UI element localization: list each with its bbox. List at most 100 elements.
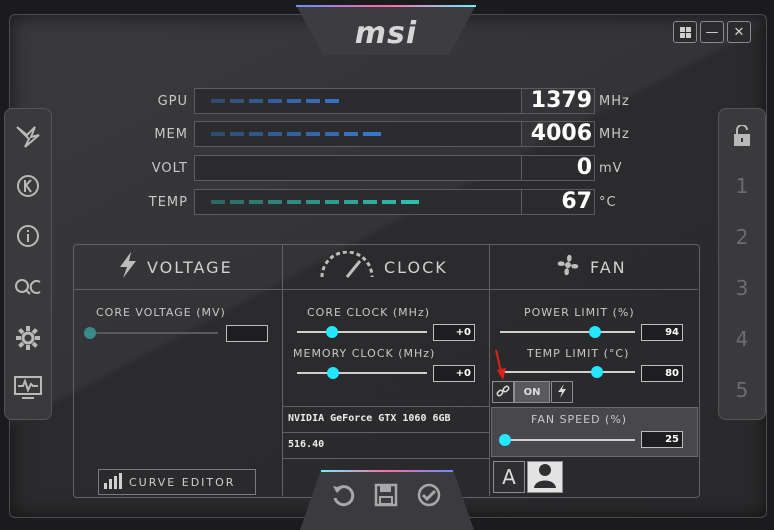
title-glow: [296, 5, 476, 7]
temp-label: TEMP: [148, 194, 188, 210]
windows-icon[interactable]: [673, 21, 697, 43]
memory-clock-value[interactable]: +0: [433, 365, 475, 382]
profile-3-button[interactable]: 3: [719, 268, 765, 308]
mem-label: MEM: [154, 126, 188, 142]
mem-value: 4006: [522, 121, 595, 147]
info-divider: [283, 432, 489, 433]
right-sidebar: 1 2 3 4 5: [718, 108, 766, 420]
temp-bar: [194, 189, 522, 215]
monitor-icon[interactable]: [5, 368, 51, 408]
profile-4-button[interactable]: 4: [719, 319, 765, 359]
level-dash: [363, 132, 381, 136]
driver-version: 516.40: [288, 439, 325, 450]
k-boost-icon[interactable]: [5, 166, 51, 206]
level-dash: [306, 99, 320, 103]
temp-unit: °C: [599, 194, 617, 210]
window-controls: — ✕: [673, 21, 751, 43]
level-dash: [363, 200, 377, 204]
mem-monitor-row: MEM 4006 MHz: [130, 121, 639, 147]
curve-editor-button[interactable]: CURVE EDITOR: [98, 469, 256, 495]
volt-unit: mV: [599, 160, 623, 176]
header-divider: [73, 289, 698, 290]
power-limit-slider-knob[interactable]: [588, 326, 601, 338]
memory-clock-label: MEMORY CLOCK (MHz): [293, 347, 436, 360]
close-button[interactable]: ✕: [727, 21, 751, 43]
clock-header: CLOCK: [318, 250, 448, 282]
info-icon[interactable]: [5, 216, 51, 256]
unlock-icon[interactable]: [719, 116, 765, 156]
link-icon: [496, 383, 510, 402]
level-dash: [249, 99, 263, 103]
core-voltage-slider-track[interactable]: [90, 332, 218, 334]
gpu-monitor-row: GPU 1379 MHz: [130, 88, 639, 114]
fan-header: FAN: [554, 252, 627, 282]
auto-fan-button[interactable]: A: [493, 461, 525, 493]
gpu-label: GPU: [157, 93, 188, 109]
core-clock-label: CORE CLOCK (MHz): [307, 306, 431, 319]
volt-bar: [194, 155, 522, 181]
mem-unit: MHz: [599, 126, 630, 142]
info-divider: [283, 458, 489, 459]
fan-speed-label: FAN SPEED (%): [531, 413, 628, 426]
level-dash: [306, 200, 320, 204]
lightning-toggle-button[interactable]: [551, 381, 573, 403]
mem-bar: [194, 121, 522, 147]
gpu-value: 1379: [522, 88, 595, 114]
level-dash: [230, 99, 244, 103]
temp-monitor-row: TEMP 67 °C: [130, 189, 639, 215]
power-limit-label: POWER LIMIT (%): [524, 306, 635, 319]
core-voltage-label: CORE VOLTAGE (MV): [96, 306, 226, 319]
temp-limit-slider-track[interactable]: [500, 371, 635, 373]
temp-limit-label: TEMP LIMIT (°C): [527, 347, 630, 360]
level-dash: [249, 200, 263, 204]
fan-speed-value[interactable]: 25: [641, 431, 683, 448]
fan-title: FAN: [590, 257, 627, 277]
profile-1-button[interactable]: 1: [719, 166, 765, 206]
fan-icon: [554, 251, 582, 283]
bar-chart-icon: [103, 472, 123, 492]
fan-speed-slider-track[interactable]: [505, 439, 635, 441]
core-voltage-slider-knob[interactable]: [84, 327, 96, 339]
level-dash: [287, 99, 301, 103]
profile-5-button[interactable]: 5: [719, 370, 765, 410]
lightning-icon: [117, 251, 139, 283]
level-dash: [325, 99, 339, 103]
volt-monitor-row: VOLT 0 mV: [130, 155, 639, 181]
save-icon[interactable]: [371, 480, 401, 510]
clock-title: CLOCK: [384, 257, 448, 277]
link-toggle-button[interactable]: [492, 381, 514, 403]
left-sidebar: [4, 108, 52, 420]
oc-scanner-icon[interactable]: [5, 267, 51, 307]
memory-clock-slider-track[interactable]: [297, 372, 427, 374]
msi-dragon-icon[interactable]: [5, 117, 51, 157]
core-clock-value[interactable]: +0: [433, 324, 475, 341]
minimize-button[interactable]: —: [700, 21, 724, 43]
profile-2-button[interactable]: 2: [719, 217, 765, 257]
gpu-unit: MHz: [599, 93, 630, 109]
level-dash: [325, 200, 339, 204]
level-dash: [211, 132, 225, 136]
core-voltage-value[interactable]: [226, 325, 268, 342]
gpu-name: NVIDIA GeForce GTX 1060 6GB: [288, 413, 451, 424]
curve-editor-label: CURVE EDITOR: [129, 475, 236, 489]
power-limit-slider-track[interactable]: [500, 331, 635, 333]
fan-speed-slider-knob[interactable]: [499, 434, 511, 446]
level-dash: [344, 132, 358, 136]
link-on-toggle[interactable]: ON: [514, 381, 550, 403]
settings-gear-icon[interactable]: [5, 318, 51, 358]
level-dash: [344, 200, 358, 204]
level-dash: [268, 200, 282, 204]
msi-logo: msi: [354, 16, 418, 51]
core-clock-slider-knob[interactable]: [326, 326, 339, 338]
apply-icon[interactable]: [414, 480, 444, 510]
temp-limit-value[interactable]: 80: [641, 365, 683, 382]
power-limit-value[interactable]: 94: [641, 324, 683, 341]
gpu-bar: [194, 88, 522, 114]
user-icon: [532, 462, 558, 492]
user-profile-button[interactable]: [527, 461, 563, 493]
core-clock-slider-track[interactable]: [297, 331, 427, 333]
level-dash: [249, 132, 263, 136]
level-dash: [325, 132, 339, 136]
voltage-title: VOLTAGE: [147, 257, 233, 277]
reset-icon[interactable]: [328, 480, 358, 510]
